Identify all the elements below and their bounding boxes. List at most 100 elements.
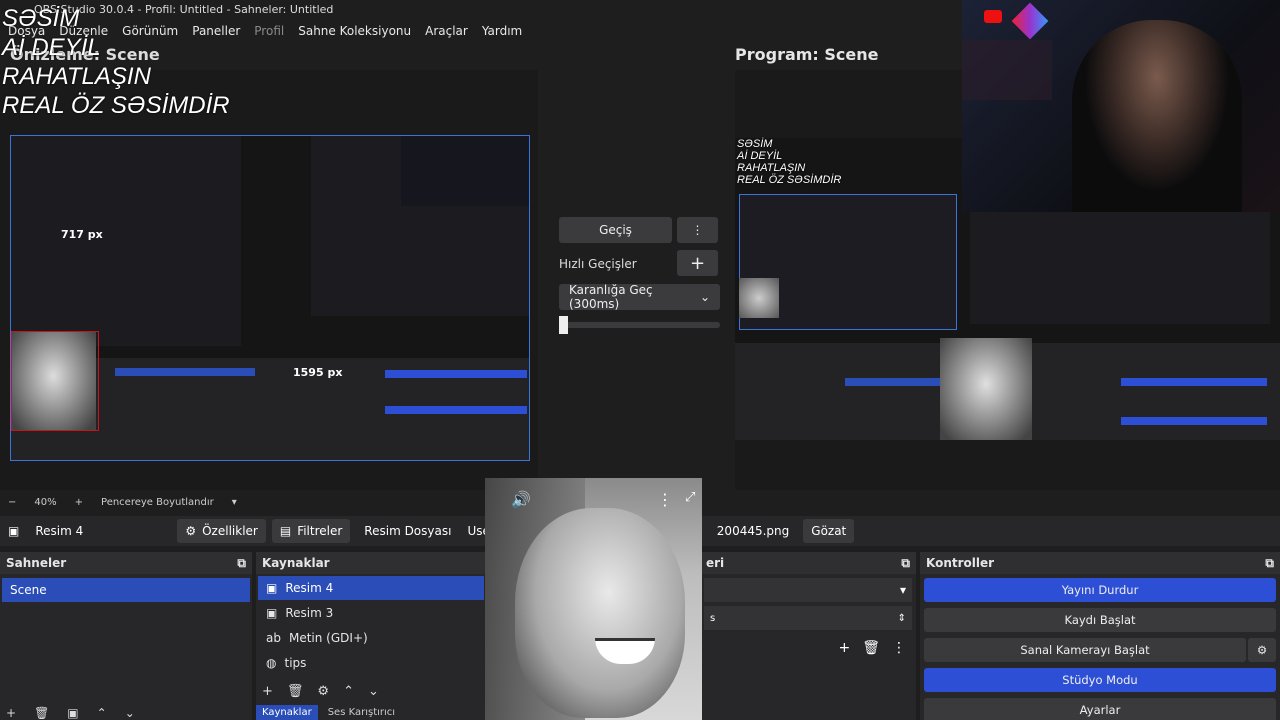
program-caption-line-1: SƏSİM: [737, 138, 773, 150]
start-recording-button[interactable]: Kaydı Başlat: [924, 608, 1276, 632]
controls-dock: Kontroller ⧉ Yayını Durdur Kaydı Başlat …: [920, 552, 1280, 720]
selection-bounding-box[interactable]: [11, 331, 99, 431]
caption-line-3: RAHATLAŞIN: [2, 63, 151, 90]
tab-audio-mixer[interactable]: Ses Karıştırıcı: [318, 705, 405, 720]
transition-select-value: Karanlığa Geç (300ms): [569, 283, 653, 311]
zoom-level: 40%: [34, 496, 57, 508]
transitions-dock: eri ⧉ ▾ s ⇕ + 🗑 ⋮: [700, 552, 916, 720]
caption-line-1: SƏSİM: [2, 5, 80, 32]
source-item[interactable]: ab Metin (GDI+): [258, 626, 484, 650]
add-transition-icon[interactable]: +: [838, 640, 850, 656]
image-path-end: 200445.png: [716, 524, 790, 538]
virtual-camera-settings-icon[interactable]: ⚙: [1248, 638, 1276, 662]
nested-preview: [11, 136, 241, 346]
add-scene-icon[interactable]: +: [6, 706, 16, 720]
program-title: Program: Scene: [735, 45, 879, 64]
transitions-dock-header: eri ⧉: [700, 552, 916, 574]
tab-sources[interactable]: Kaynaklar: [256, 705, 318, 720]
remove-scene-icon[interactable]: 🗑: [34, 706, 49, 720]
scene-filters-icon[interactable]: ▣: [67, 706, 78, 720]
move-down-icon[interactable]: ⌄: [125, 706, 135, 720]
source-label: Resim 4: [285, 581, 334, 595]
image-preview-popup[interactable]: 🔊 ⋮ ⤢: [485, 478, 702, 720]
source-label: tips: [284, 656, 307, 670]
source-settings-icon[interactable]: ⚙: [317, 684, 329, 699]
undock-icon[interactable]: ⧉: [1265, 556, 1274, 571]
source-item[interactable]: ◍ tips: [258, 651, 484, 675]
more-options-icon[interactable]: ⋮: [657, 490, 673, 509]
menu-scene-collection[interactable]: Sahne Koleksiyonu: [298, 21, 411, 41]
scene-controls: + 🗑 ▣ ⌃ ⌄: [6, 706, 135, 720]
more-icon[interactable]: ⋮: [892, 640, 906, 656]
caption-line-4: REAL ÖZ SƏSİMDİR: [2, 92, 230, 119]
fit-dropdown-icon[interactable]: ▾: [232, 497, 237, 508]
menu-help[interactable]: Yardım: [482, 21, 522, 41]
text-icon: ab: [266, 631, 281, 645]
fit-to-window[interactable]: Pencereye Boyutlandır: [101, 497, 214, 508]
source-image-icon: ▣: [8, 524, 20, 538]
width-measure-label: 717 px: [61, 228, 103, 241]
move-down-icon[interactable]: ⌄: [368, 684, 379, 699]
remove-transition-icon[interactable]: 🗑: [862, 640, 880, 656]
browse-button[interactable]: Gözat: [803, 519, 855, 543]
transition-menu-icon[interactable]: ⋮: [677, 217, 718, 243]
program-nested-selected: [845, 378, 940, 386]
scenes-dock: Sahneler ⧉ Scene + 🗑 ▣ ⌃ ⌄: [0, 552, 252, 720]
source-item[interactable]: ▣ Resim 4: [258, 576, 484, 600]
undock-icon[interactable]: ⧉: [237, 556, 246, 571]
studio-mode-button[interactable]: Stüdyo Modu: [924, 668, 1276, 692]
nested-studio-button: [385, 406, 527, 414]
remove-source-icon[interactable]: 🗑: [287, 684, 304, 699]
scenes-title: Sahneler: [6, 556, 67, 570]
sources-dock-header: Kaynaklar: [256, 552, 486, 574]
undock-icon[interactable]: ⧉: [901, 556, 910, 571]
image-file-label: Resim Dosyası: [364, 524, 452, 538]
start-virtual-camera-button[interactable]: Sanal Kamerayı Başlat: [924, 638, 1246, 662]
program-nested-stop: [1121, 378, 1267, 386]
preview-canvas[interactable]: 717 px 1595 px: [10, 135, 530, 461]
stepper-icon[interactable]: ⇕: [898, 613, 906, 624]
expand-icon[interactable]: ⤢: [685, 490, 695, 505]
webcam-overlay: [962, 0, 1280, 212]
filters-label: Filtreler: [297, 524, 343, 538]
source-tabs: Kaynaklar Ses Karıştırıcı: [256, 705, 405, 720]
settings-button[interactable]: Ayarlar: [924, 698, 1276, 720]
chevron-down-icon: ⌄: [699, 290, 710, 304]
program-nested-image: [739, 278, 779, 318]
youtube-logo-icon: [984, 10, 1002, 23]
nested-webcam: [401, 136, 529, 206]
transition-select[interactable]: Karanlığa Geç (300ms) ⌄: [559, 283, 720, 311]
source-item[interactable]: ▣ Resim 3: [258, 601, 484, 625]
source-label: Resim 3: [285, 606, 334, 620]
filter-icon: ▤: [279, 524, 292, 538]
program-nested-program: [970, 194, 1270, 324]
preview-status: − 40% + Pencereye Boyutlandır ▾: [0, 494, 540, 510]
sources-title: Kaynaklar: [262, 556, 330, 570]
duration-suffix: s: [710, 612, 716, 624]
transition-button[interactable]: Geçiş: [559, 217, 672, 243]
height-measure-label: 1595 px: [293, 366, 343, 379]
duration-field[interactable]: s ⇕: [704, 606, 912, 630]
program-overlay-caption: SƏSİM Aİ DEYİL RAHATLAŞIN REAL ÖZ SƏSİMD…: [737, 138, 841, 186]
menu-tools[interactable]: Araçlar: [425, 21, 468, 41]
speaker-icon[interactable]: 🔊: [511, 490, 531, 509]
properties-button[interactable]: ⚙ Özellikler: [177, 519, 266, 543]
t-bar-handle[interactable]: [559, 316, 568, 334]
obs-window: OBS Studio 30.0.4 - Profil: Untitled - S…: [0, 0, 1280, 720]
stop-stream-button[interactable]: Yayını Durdur: [924, 578, 1276, 602]
filters-button[interactable]: ▤ Filtreler: [271, 519, 351, 543]
add-source-icon[interactable]: +: [262, 684, 273, 699]
t-bar-track[interactable]: [559, 322, 720, 328]
neon-cube-icon: [1011, 2, 1049, 40]
transition-type-select[interactable]: ▾: [704, 578, 912, 602]
zoom-in-button[interactable]: +: [75, 497, 83, 508]
move-up-icon[interactable]: ⌃: [343, 684, 354, 699]
photo-face: [515, 508, 685, 718]
sources-dock: Kaynaklar ▣ Resim 4 ▣ Resim 3 ab Metin (GDI…: [256, 552, 486, 720]
zoom-out-button[interactable]: −: [8, 497, 16, 508]
menu-profile[interactable]: Profil: [254, 21, 284, 41]
browser-icon: ◍: [266, 656, 277, 670]
scene-item[interactable]: Scene: [2, 578, 250, 602]
add-quick-transition-button[interactable]: +: [677, 250, 718, 276]
move-up-icon[interactable]: ⌃: [97, 706, 107, 720]
